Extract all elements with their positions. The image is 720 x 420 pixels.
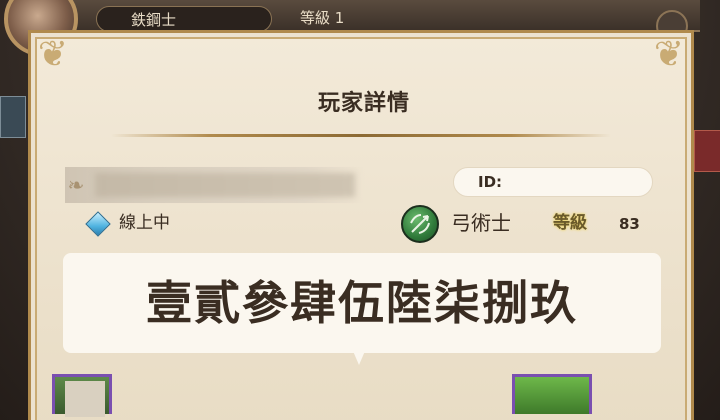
bow-arrow-icon: [401, 205, 439, 243]
online-status-icon: [85, 211, 111, 237]
message-bubble-tail: [353, 351, 365, 365]
left-side-tab[interactable]: [0, 96, 26, 138]
player-id-field: ID:: [453, 167, 653, 197]
player-level-label: 等級: [553, 213, 587, 233]
player-class-name: 弓術士: [451, 211, 511, 235]
player-name-banner: ❧: [65, 167, 365, 203]
dialog-title: 玩家詳情: [317, 91, 410, 116]
right-side-tab[interactable]: [694, 130, 720, 172]
player-level-value: 83: [619, 215, 640, 233]
player-message-bubble: 壹貳參肆伍陸柒捌玖: [63, 253, 661, 353]
item-card-image: [65, 381, 105, 417]
online-status-text: 線上中: [119, 213, 170, 233]
player-name-pill: 鉄鋼士: [96, 6, 272, 32]
player-id-label: ID:: [478, 173, 503, 191]
player-name-text: 鉄鋼士: [131, 11, 177, 29]
item-card-right[interactable]: [512, 374, 592, 414]
player-level-text: 等級 1: [300, 9, 345, 27]
item-card-left[interactable]: [52, 374, 112, 417]
corner-ornament-icon: ❦: [37, 34, 69, 75]
player-details-dialog: ❦ ❦ 玩家詳情 ❧ ID: 線上中 弓術士 等級 83 壹貳參肆伍陸柒捌玖: [28, 30, 694, 420]
player-message-text: 壹貳參肆伍陸柒捌玖: [146, 276, 578, 330]
banner-ornament-icon: ❧: [67, 173, 85, 197]
player-name-blurred: [95, 173, 355, 197]
corner-ornament-icon: ❦: [653, 34, 685, 75]
title-divider: [111, 134, 611, 137]
